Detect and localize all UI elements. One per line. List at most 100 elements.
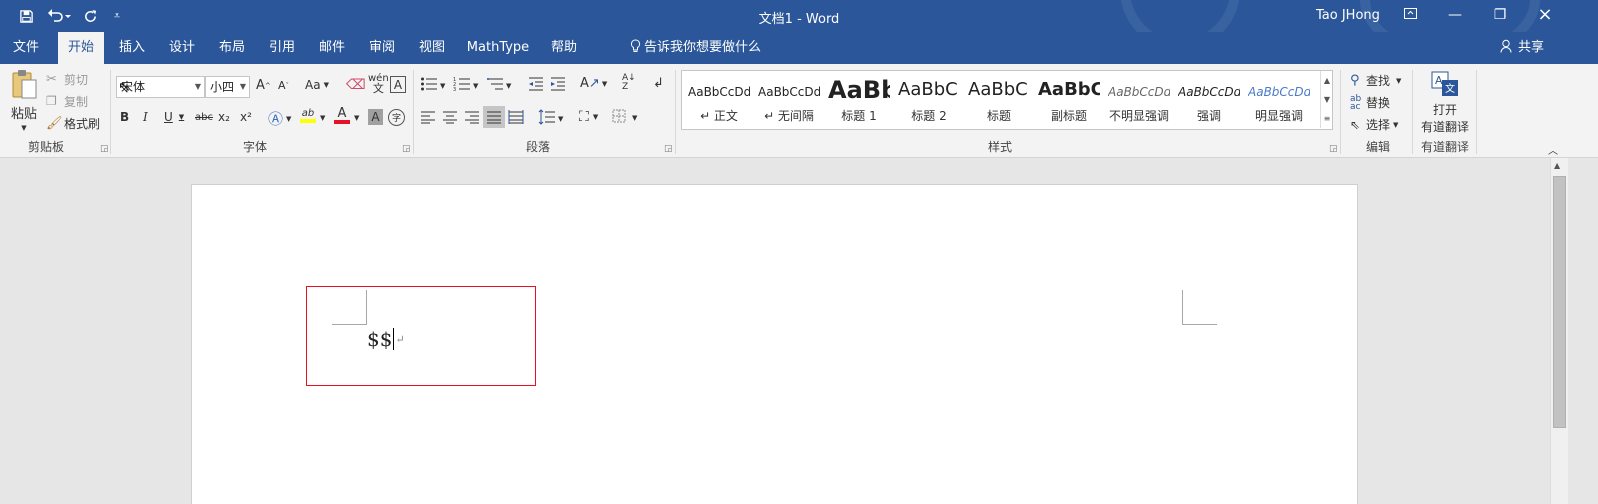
style-preview: AaBbCcDd — [758, 85, 820, 99]
document-text-line[interactable]: $$ ↵ — [367, 327, 405, 351]
chevron-down-icon[interactable]: ▼ — [354, 114, 359, 122]
sort-icon: A↓ Z — [622, 73, 636, 92]
decrease-indent-icon[interactable] — [528, 76, 544, 92]
find-button[interactable]: ⚲ 查找 ▼ — [1350, 72, 1401, 89]
dialog-launcher-icon[interactable]: ◲ — [402, 144, 411, 154]
grow-font-button[interactable]: A ^ — [256, 78, 271, 93]
increase-indent-icon[interactable] — [550, 76, 566, 92]
style-heading-1[interactable]: AaBb 标题 1 — [824, 71, 894, 129]
vertical-scrollbar[interactable]: ▲ — [1550, 158, 1568, 504]
document-page[interactable]: $$ ↵ — [191, 184, 1358, 504]
phonetic-guide-button[interactable]: wén 文 — [368, 74, 389, 95]
close-icon[interactable]: × — [1535, 5, 1555, 25]
bullets-button[interactable]: ▼ — [420, 76, 445, 95]
tell-me-search[interactable]: 告诉我你想要做什么 — [630, 32, 770, 64]
dialog-launcher-icon[interactable]: ◲ — [664, 144, 673, 154]
sort-button[interactable]: A↓ Z — [622, 74, 636, 92]
cut-button[interactable]: ✂ 剪切 — [46, 70, 88, 88]
tab-insert[interactable]: 插入 — [112, 32, 152, 64]
tab-help[interactable]: 帮助 — [544, 32, 584, 64]
more-styles-icon[interactable]: ≡ — [1320, 109, 1333, 128]
shrink-font-button[interactable]: Aˇ — [278, 79, 289, 92]
highlight-button[interactable]: ab — [300, 108, 316, 123]
tab-design[interactable]: 设计 — [162, 32, 202, 64]
style-no-spacing[interactable]: AaBbCcDd ↵ 无间隔 — [754, 71, 824, 129]
style-subtitle[interactable]: AaBbC 副标题 — [1034, 71, 1104, 129]
chevron-down-icon[interactable]: ▼ — [320, 114, 325, 122]
scroll-down-icon[interactable]: ▼ — [1320, 90, 1333, 109]
group-separator — [1412, 70, 1413, 154]
format-painter-button[interactable]: 🖌 格式刷 — [46, 114, 100, 132]
strikethrough-button[interactable]: abc — [195, 112, 213, 123]
ribbon-display-options-icon[interactable] — [1400, 5, 1420, 25]
scroll-up-icon[interactable]: ▲ — [1320, 71, 1333, 90]
italic-button[interactable]: I — [143, 110, 148, 124]
tab-mathtype[interactable]: MathType — [464, 32, 532, 64]
shading-button[interactable]: ⛶ ▼ — [579, 109, 598, 125]
change-case-button[interactable]: Aa ▼ — [305, 78, 329, 92]
style-title[interactable]: AaBbC 标题 — [964, 71, 1034, 129]
justify-icon[interactable] — [483, 106, 505, 128]
clear-formatting-icon[interactable]: ⌫ — [346, 77, 366, 93]
multilevel-list-button[interactable]: ▼ — [486, 76, 511, 95]
text-direction-button[interactable]: A↗ ▼ — [580, 76, 607, 91]
scroll-up-arrow-icon[interactable]: ▲ — [1554, 161, 1560, 170]
share-button[interactable]: 共享 — [1500, 32, 1550, 64]
style-preview: AaBbC — [968, 79, 1028, 100]
align-left-icon[interactable] — [420, 110, 436, 124]
tab-references[interactable]: 引用 — [262, 32, 302, 64]
dialog-launcher-icon[interactable]: ◲ — [100, 144, 109, 154]
scrollbar-thumb[interactable] — [1553, 176, 1566, 428]
paragraph-group-label: 段落 — [525, 140, 550, 154]
tab-home[interactable]: 开始 — [58, 32, 104, 64]
align-right-icon[interactable] — [464, 110, 480, 124]
title-bar: ⩡ 文档1 - Word Tao JHong — ❐ × — [0, 0, 1598, 32]
style-heading-2[interactable]: AaBbC 标题 2 — [894, 71, 964, 129]
group-separator — [413, 70, 414, 154]
copy-button[interactable]: ❐ 复制 — [46, 92, 88, 110]
underline-button[interactable]: U ▼ — [164, 110, 184, 124]
user-name[interactable]: Tao JHong — [1316, 8, 1380, 23]
character-shading-button[interactable]: A — [368, 109, 383, 125]
collapse-ribbon-icon[interactable]: ︿ — [1548, 142, 1558, 157]
bold-button[interactable]: B — [120, 110, 129, 124]
tab-mailings[interactable]: 邮件 — [312, 32, 352, 64]
style-name: 副标题 — [1050, 109, 1087, 123]
restore-icon[interactable]: ❐ — [1490, 5, 1510, 25]
paste-button[interactable]: 粘贴 ▼ — [6, 68, 42, 134]
youdao-translate-button[interactable]: A文 打开 有道翻译 — [1418, 70, 1472, 135]
text-effects-icon: Ⓐ — [268, 110, 284, 128]
select-button[interactable]: ⇖ 选择 ▼ — [1350, 116, 1398, 133]
replace-button[interactable]: ab ac 替换 — [1350, 94, 1390, 111]
style-name: 不明显强调 — [1108, 109, 1169, 123]
character-border-button[interactable]: A — [390, 76, 406, 93]
distributed-align-icon[interactable] — [508, 110, 524, 124]
tab-view[interactable]: 视图 — [412, 32, 452, 64]
superscript-button[interactable]: x² — [240, 110, 252, 124]
tab-file[interactable]: 文件 — [6, 32, 46, 64]
show-formatting-marks-icon[interactable]: ↲ — [653, 76, 664, 91]
style-normal[interactable]: AaBbCcDd ↵ 正文 — [684, 71, 754, 129]
borders-button[interactable]: ▼ — [612, 109, 637, 126]
tab-review[interactable]: 审阅 — [362, 32, 402, 64]
align-center-icon[interactable] — [442, 110, 458, 124]
enclose-characters-button[interactable]: 字 — [388, 109, 405, 126]
style-intense-emphasis[interactable]: AaBbCcDd 明显强调 — [1244, 71, 1314, 129]
replace-icon: ab ac — [1350, 93, 1362, 112]
tab-layout[interactable]: 布局 — [212, 32, 252, 64]
text-effects-button[interactable]: Ⓐ ▼ — [268, 108, 291, 129]
style-emphasis[interactable]: AaBbCcDd 强调 — [1174, 71, 1244, 129]
ribbon-tab-bar: 文件 开始 插入 设计 布局 引用 邮件 审阅 视图 MathType 帮助 告… — [0, 32, 1598, 64]
font-color-button[interactable]: A — [334, 107, 350, 124]
line-spacing-button[interactable]: ▼ — [538, 109, 563, 128]
minimize-icon[interactable]: — — [1445, 5, 1465, 25]
numbering-button[interactable]: 1 2 3 ▼ — [453, 76, 478, 95]
font-size-combo[interactable]: 小四 ▼ — [205, 76, 250, 98]
subscript-button[interactable]: x₂ — [218, 110, 230, 124]
youdao-name-label: 有道翻译 — [1420, 120, 1469, 134]
style-preview: AaBbCcDd — [1108, 85, 1170, 99]
bullets-icon — [420, 76, 438, 95]
style-subtle-emphasis[interactable]: AaBbCcDd 不明显强调 — [1104, 71, 1174, 129]
dialog-launcher-icon[interactable]: ◲ — [1329, 144, 1338, 154]
style-name: 标题 2 — [911, 109, 947, 123]
